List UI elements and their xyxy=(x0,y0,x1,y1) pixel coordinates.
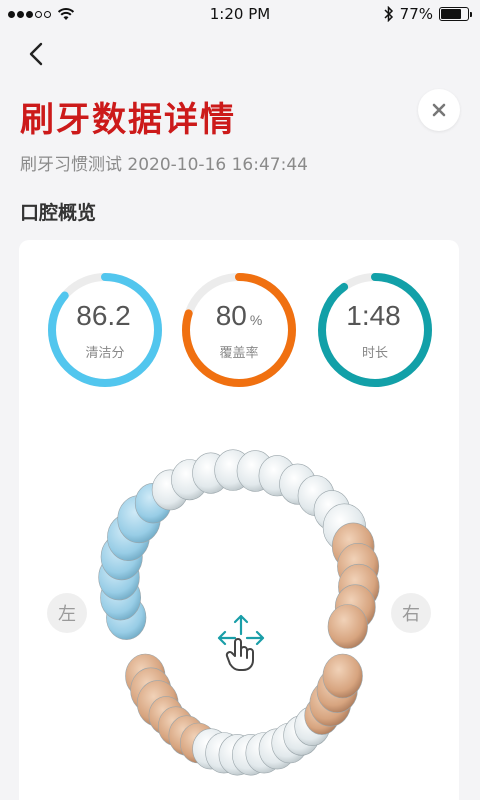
right-side-button[interactable]: 右 xyxy=(391,593,431,633)
tooth xyxy=(327,604,368,649)
status-bar: 1:20 PM 77% xyxy=(0,0,480,28)
battery-icon xyxy=(439,7,472,21)
battery-fill xyxy=(441,9,462,19)
stat-label: 时长 xyxy=(361,346,388,361)
bluetooth-icon xyxy=(384,6,393,22)
stat-label: 覆盖率 xyxy=(219,346,259,361)
stat-label: 清洁分 xyxy=(85,346,125,361)
chevron-left-icon xyxy=(29,42,43,66)
record-subtitle: 刷牙习惯测试 2020-10-16 16:47:44 xyxy=(20,155,308,175)
section-title: 口腔概览 xyxy=(20,202,97,224)
stat-duration: 1:48 时长 xyxy=(315,270,435,390)
status-left xyxy=(8,7,75,21)
left-side-button[interactable]: 左 xyxy=(47,593,87,633)
stat-clean-score: 86.2 清洁分 xyxy=(45,270,165,390)
drag-gesture-icon xyxy=(217,614,265,671)
signal-icon xyxy=(8,10,51,18)
stat-value: 80% xyxy=(215,300,263,331)
battery-percent: 77% xyxy=(399,5,433,23)
back-button[interactable] xyxy=(20,38,52,70)
wifi-icon xyxy=(57,8,75,20)
status-right: 77% xyxy=(384,5,472,23)
stat-coverage: 80% 覆盖率 xyxy=(179,270,299,390)
close-button[interactable] xyxy=(418,89,460,131)
close-icon xyxy=(432,103,446,117)
stat-value: 1:48 xyxy=(346,300,401,331)
lower-jaw xyxy=(125,653,363,776)
oral-overview-card: 86.2 清洁分 80% 覆盖率 1:48 时长 左 右 xyxy=(19,240,459,800)
stat-value: 86.2 xyxy=(76,300,131,331)
tooth xyxy=(322,653,363,699)
page-title: 刷牙数据详情 xyxy=(20,100,236,140)
